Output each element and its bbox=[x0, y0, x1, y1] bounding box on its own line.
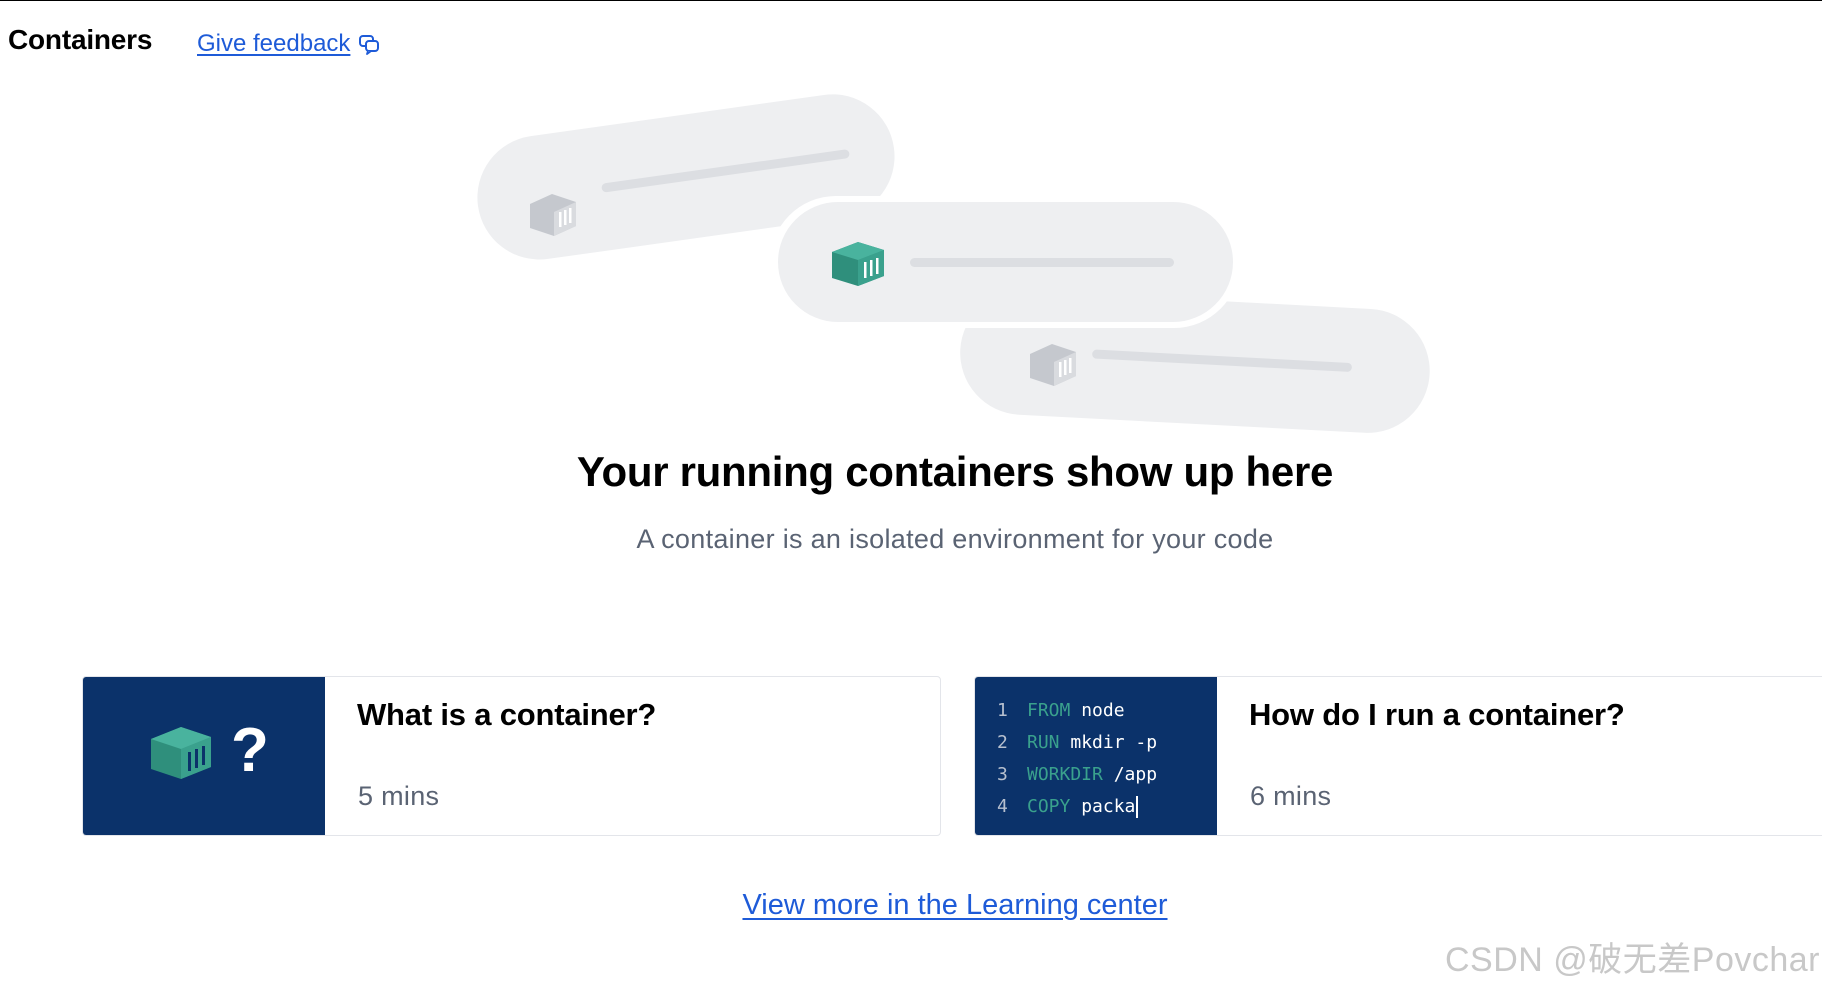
card-title[interactable]: How do I run a container? bbox=[1249, 697, 1803, 733]
empty-state-title: Your running containers show up here bbox=[576, 448, 1334, 495]
give-feedback-label[interactable]: Give feedback bbox=[197, 30, 350, 58]
card-thumbnail-code: 1 FROM node 2 RUN mkdir -p 3 WORKDIR /app 4… bbox=[975, 677, 1217, 835]
card-body: What is a container? 5 mins bbox=[325, 677, 940, 835]
text-cursor bbox=[1136, 796, 1139, 818]
question-mark-icon: ? bbox=[231, 716, 269, 785]
page-title: Containers bbox=[8, 24, 153, 55]
code-line: 3 WORKDIR /app bbox=[997, 764, 1158, 785]
empty-containers-illustration bbox=[470, 90, 1450, 440]
view-learning-center-link[interactable]: View more in the Learning center bbox=[742, 889, 1167, 921]
give-feedback-link[interactable]: Give feedback bbox=[197, 30, 380, 58]
window-top-border bbox=[0, 0, 1822, 1]
card-body: How do I run a container? 6 mins bbox=[1217, 677, 1822, 835]
card-duration: 6 mins bbox=[1250, 781, 1332, 811]
code-line: 4 COPY packa bbox=[997, 791, 1157, 823]
empty-state-subtitle: A container is an isolated environment f… bbox=[636, 524, 1274, 554]
card-title[interactable]: What is a container? bbox=[357, 697, 908, 733]
code-snippet: 1 FROM node 2 RUN mkdir -p 3 WORKDIR /app 4… bbox=[997, 695, 1157, 823]
code-line: 1 FROM node bbox=[997, 700, 1125, 721]
container-cube-icon bbox=[151, 727, 211, 779]
card-thumbnail: ? bbox=[83, 677, 325, 835]
learning-center-link-wrapper: View more in the Learning center bbox=[0, 889, 1822, 922]
card-duration: 5 mins bbox=[358, 781, 440, 811]
watermark: CSDN @破无差Povchar bbox=[1444, 941, 1820, 979]
code-line: 2 RUN mkdir -p bbox=[997, 732, 1158, 753]
learning-card-how-to-run-container[interactable]: 1 FROM node 2 RUN mkdir -p 3 WORKDIR /app 4… bbox=[974, 676, 1822, 836]
learning-card-what-is-container[interactable]: ? What is a container? 5 mins bbox=[82, 676, 941, 836]
feedback-chat-icon[interactable] bbox=[358, 33, 380, 55]
